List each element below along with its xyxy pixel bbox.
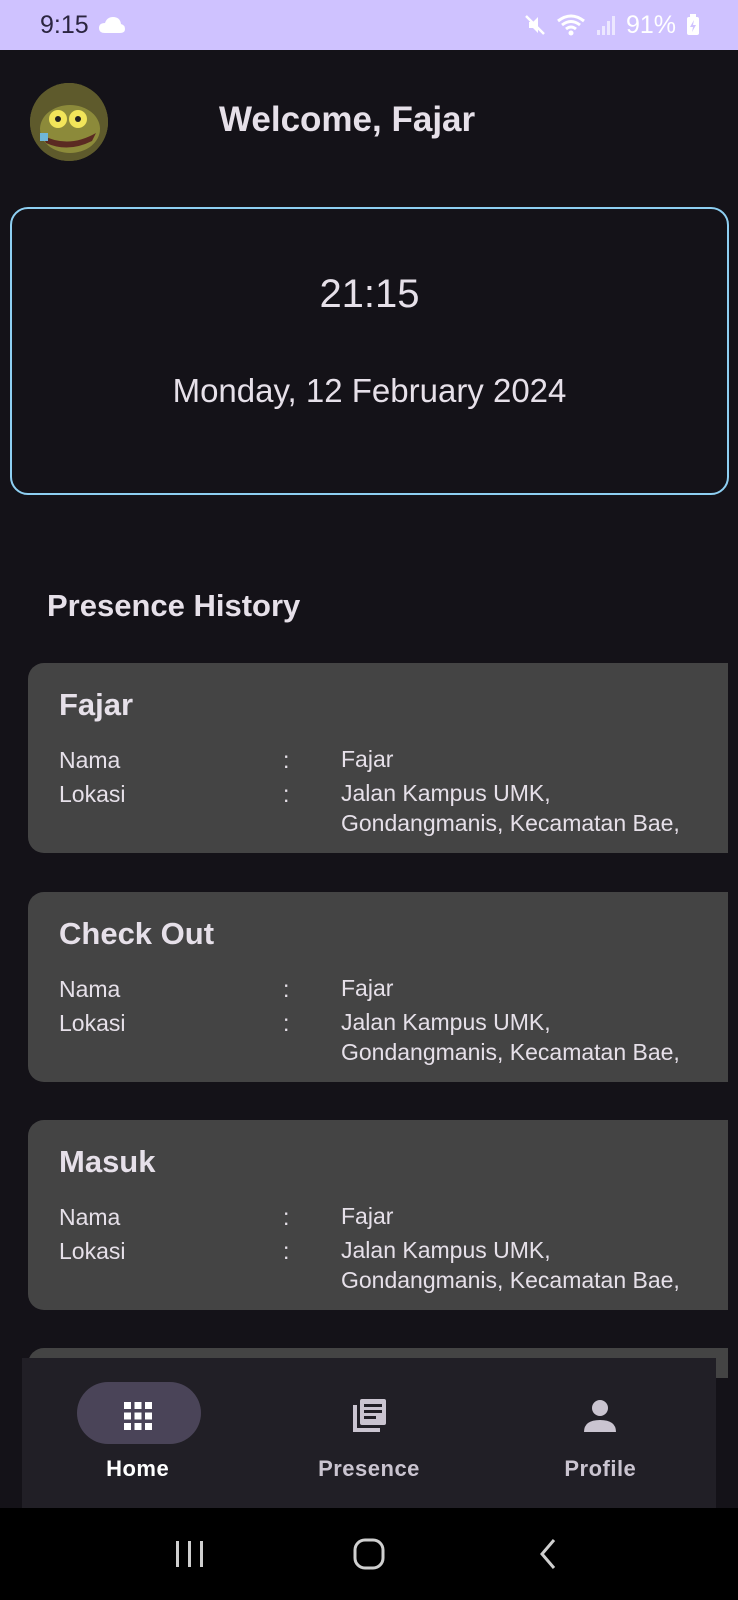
history-card[interactable]: Check Out Nama : Fajar Lokasi : Jalan Ka… [28, 892, 728, 1082]
battery-charging-icon [686, 14, 700, 36]
signal-icon [596, 14, 616, 36]
recent-apps-icon[interactable] [160, 1524, 220, 1584]
location-colon: : [283, 1010, 290, 1036]
nav-presence-label: Presence [318, 1456, 420, 1481]
clock-date: Monday, 12 February 2024 [172, 372, 567, 409]
location-value-line1: Jalan Kampus UMK, [341, 1009, 551, 1035]
location-colon: : [283, 781, 290, 807]
card-title: Fajar [59, 687, 134, 722]
location-value-line2: Gondangmanis, Kecamatan Bae, [341, 1039, 680, 1065]
name-label: Nama [59, 976, 121, 1002]
location-label: Lokasi [59, 1010, 126, 1036]
cloud-icon [98, 16, 125, 34]
clock-time: 21:15 [319, 272, 420, 316]
name-value: Fajar [341, 1203, 394, 1229]
card-title: Check Out [59, 916, 215, 951]
name-label: Nama [59, 1204, 121, 1230]
battery-text: 91% [625, 10, 676, 39]
grid-icon [118, 1396, 158, 1436]
card-title: Masuk [59, 1144, 156, 1179]
back-icon[interactable] [518, 1524, 578, 1584]
location-label: Lokasi [59, 1238, 126, 1264]
name-value: Fajar [341, 746, 394, 772]
name-label: Nama [59, 747, 121, 773]
status-bar: 9:15 91% [0, 0, 738, 50]
name-colon: : [283, 976, 290, 1002]
app-header: Welcome, Fajar [0, 50, 738, 200]
nav-profile[interactable]: Profile [485, 1358, 716, 1508]
person-icon [580, 1396, 620, 1436]
status-right: 91% [524, 11, 700, 40]
nav-home[interactable]: Home [22, 1358, 253, 1508]
welcome-text: Welcome, Fajar [219, 100, 476, 139]
nav-home-label: Home [106, 1456, 170, 1481]
location-value-line2: Gondangmanis, Kecamatan Bae, [341, 810, 680, 836]
status-left: 9:15 [40, 11, 125, 40]
mute-icon [524, 14, 546, 36]
location-colon: : [283, 1238, 290, 1264]
location-label: Lokasi [59, 781, 126, 807]
home-button-icon[interactable] [339, 1524, 399, 1584]
nav-presence[interactable]: Presence [253, 1358, 484, 1508]
name-value: Fajar [341, 975, 394, 1001]
wifi-icon [556, 14, 586, 36]
location-value-line1: Jalan Kampus UMK, [341, 780, 551, 806]
bottom-nav: Home Presence Profile [22, 1358, 716, 1508]
list-icon [349, 1396, 389, 1436]
clock-card: 21:15 Monday, 12 February 2024 [10, 207, 729, 495]
location-value-line2: Gondangmanis, Kecamatan Bae, [341, 1267, 680, 1293]
avatar[interactable] [30, 83, 108, 161]
system-nav-bar [0, 1508, 738, 1600]
presence-history-title: Presence History [47, 588, 301, 623]
name-colon: : [283, 1204, 290, 1230]
location-value-line1: Jalan Kampus UMK, [341, 1237, 551, 1263]
nav-profile-label: Profile [564, 1456, 637, 1481]
status-time: 9:15 [40, 10, 89, 39]
history-card[interactable]: Fajar Nama : Fajar Lokasi : Jalan Kampus… [28, 663, 728, 853]
history-card[interactable]: Masuk Nama : Fajar Lokasi : Jalan Kampus… [28, 1120, 728, 1310]
name-colon: : [283, 747, 290, 773]
